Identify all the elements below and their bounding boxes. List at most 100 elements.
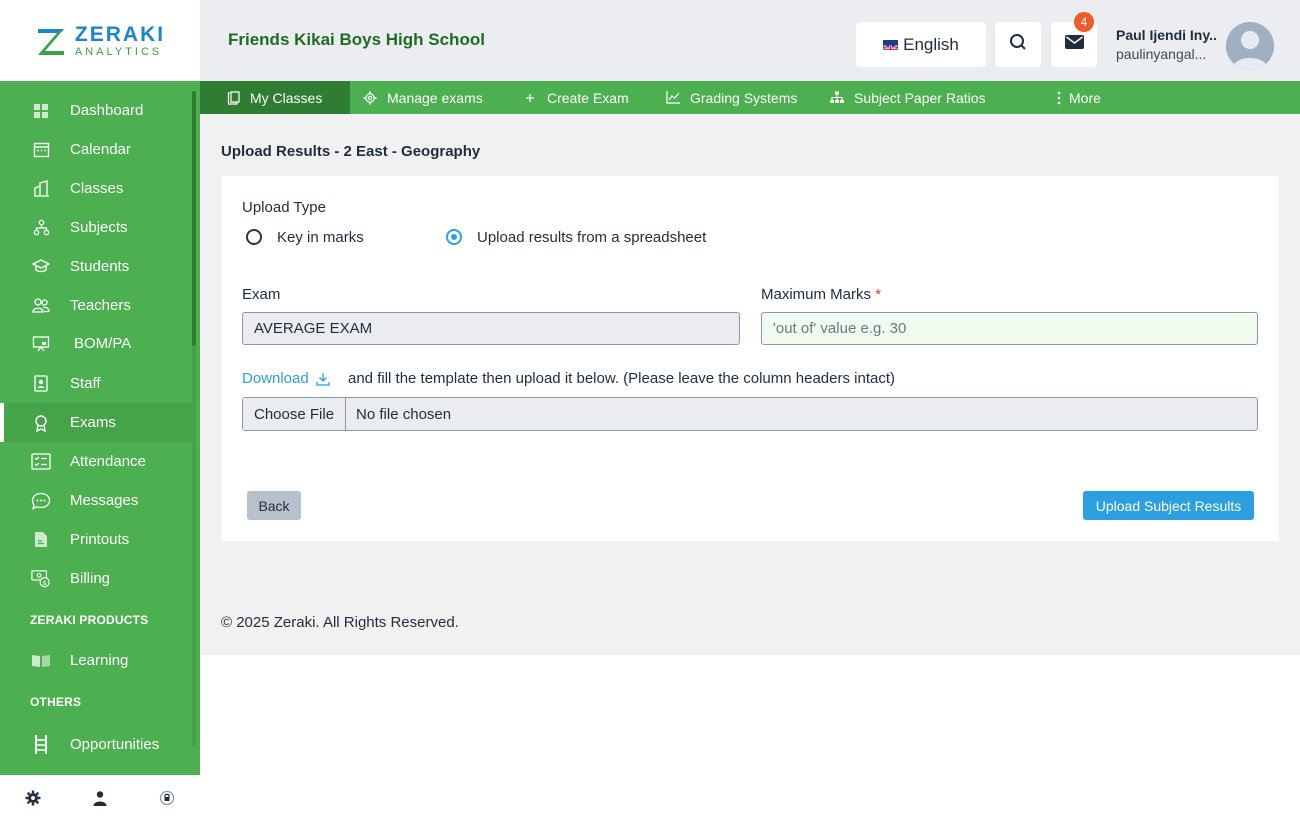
sidebar-item-label: Exams <box>70 414 116 431</box>
search-button[interactable] <box>995 22 1041 67</box>
calendar-icon <box>31 140 51 160</box>
sidebar-section-others: OTHERS <box>30 695 82 709</box>
download-link-text[interactable]: Download <box>242 370 309 387</box>
sidebar-item-bom-pa[interactable]: BOM/PA <box>0 324 196 363</box>
sidebar-item-students[interactable]: Students <box>0 247 196 286</box>
settings-icon[interactable] <box>24 789 42 807</box>
sidebar-item-printouts[interactable]: Printouts <box>0 520 196 559</box>
sidebar-item-learning[interactable]: Learning <box>0 641 196 680</box>
chart-line-icon <box>666 91 680 105</box>
book-icon <box>31 651 51 671</box>
sidebar-item-attendance[interactable]: Attendance <box>0 442 196 481</box>
download-template-link[interactable]: Download <box>242 370 330 387</box>
sidebar-item-label: Classes <box>70 180 124 197</box>
sidebar-item-label: Students <box>70 258 130 275</box>
tab-label: Manage exams <box>387 89 483 106</box>
sidebar-item-teachers[interactable]: Teachers <box>0 286 196 325</box>
tab-label: Grading Systems <box>690 89 798 106</box>
tab-more[interactable]: More <box>1055 81 1101 114</box>
user-icon[interactable] <box>91 789 109 807</box>
upload-type-label: Upload Type <box>242 199 326 216</box>
top-header: Friends Kikai Boys High School English 4… <box>200 0 1300 81</box>
sidebar-item-billing[interactable]: $ Billing <box>0 559 196 598</box>
sidebar-item-label: Staff <box>70 375 101 392</box>
power-icon[interactable] <box>158 789 176 807</box>
max-marks-input[interactable] <box>761 312 1258 345</box>
avatar[interactable] <box>1226 22 1274 70</box>
language-selector[interactable]: English <box>856 22 986 67</box>
choose-file-button[interactable]: Choose File <box>243 398 347 430</box>
search-icon <box>1009 33 1027 56</box>
sidebar-item-classes[interactable]: Classes <box>0 169 196 208</box>
sidebar-item-label: Teachers <box>70 297 131 314</box>
sidebar-bottom-bar <box>0 775 200 821</box>
sidebar-item-subjects[interactable]: Subjects <box>0 208 196 247</box>
tab-label: Subject Paper Ratios <box>854 89 986 106</box>
sidebar-item-label: Dashboard <box>70 102 144 119</box>
file-status: No file chosen <box>356 405 452 423</box>
page-title: Upload Results - 2 East - Geography <box>221 143 481 160</box>
logo[interactable]: ZERAKI ANALYTICS <box>0 0 200 81</box>
school-name: Friends Kikai Boys High School <box>228 30 485 49</box>
required-indicator: * <box>875 286 882 303</box>
zeraki-logo-icon <box>35 25 67 57</box>
user-email: paulinyangal... <box>1116 46 1207 62</box>
main-content: Upload Results - 2 East - Geography Uplo… <box>200 114 1300 655</box>
tab-subject-paper-ratios[interactable]: Subject Paper Ratios <box>830 81 986 114</box>
sidebar-item-staff[interactable]: Staff <box>0 364 196 403</box>
max-marks-label-text: Maximum Marks <box>761 286 872 303</box>
uk-flag-icon <box>883 39 899 50</box>
max-marks-label: Maximum Marks * <box>761 286 881 303</box>
file-upload-input[interactable]: Choose File No file chosen <box>242 397 1258 431</box>
sidebar-item-label: Subjects <box>70 219 128 236</box>
radio-key-in-marks[interactable] <box>246 229 262 245</box>
exam-label: Exam <box>242 286 281 303</box>
sidebar-item-label: Opportunities <box>70 736 160 753</box>
download-icon[interactable] <box>316 372 330 386</box>
tab-manage-exams[interactable]: Manage exams <box>363 81 483 114</box>
presentation-icon <box>31 334 51 354</box>
back-button[interactable]: Back <box>247 491 301 520</box>
exam-field[interactable]: AVERAGE EXAM <box>242 312 740 345</box>
radio-upload-spreadsheet-label[interactable]: Upload results from a spreadsheet <box>477 229 706 246</box>
gear-icon <box>363 91 377 105</box>
language-label: English <box>903 34 959 54</box>
users-icon <box>31 296 51 316</box>
notification-badge: 4 <box>1074 12 1094 32</box>
user-name[interactable]: Paul Ijendi Iny... <box>1116 27 1216 43</box>
sidebar-nav: Dashboard Calendar Classes Subjects Stud… <box>0 81 200 775</box>
sidebar: ZERAKI ANALYTICS Dashboard Calendar Clas… <box>0 0 200 821</box>
sidebar-item-opportunities[interactable]: Opportunities <box>0 725 196 764</box>
tab-label: More <box>1069 89 1101 106</box>
sidebar-item-exams[interactable]: Exams <box>0 403 196 442</box>
ladder-icon <box>31 735 51 755</box>
tab-label: Create Exam <box>547 89 629 106</box>
logo-brand: ZERAKI <box>74 22 166 46</box>
download-instructions: and fill the template then upload it bel… <box>348 370 896 387</box>
mail-icon <box>1064 35 1084 54</box>
graduation-cap-icon <box>31 257 51 277</box>
tab-my-classes[interactable]: My Classes <box>200 81 350 114</box>
more-vertical-icon <box>1055 91 1063 105</box>
sidebar-item-label: Calendar <box>70 141 131 158</box>
sidebar-item-calendar[interactable]: Calendar <box>0 130 196 169</box>
tab-label: My Classes <box>250 89 323 106</box>
tab-create-exam[interactable]: Create Exam <box>523 81 629 114</box>
hierarchy-icon <box>31 218 51 238</box>
radio-key-in-marks-label[interactable]: Key in marks <box>277 229 364 246</box>
sidebar-item-messages[interactable]: Messages <box>0 481 196 520</box>
id-badge-icon <box>31 374 51 394</box>
chat-icon <box>31 491 51 511</box>
plus-icon <box>523 91 537 105</box>
sidebar-item-dashboard[interactable]: Dashboard <box>0 91 196 130</box>
sitemap-icon <box>830 91 844 105</box>
upload-subject-results-button[interactable]: Upload Subject Results <box>1083 491 1254 520</box>
tab-grading-systems[interactable]: Grading Systems <box>666 81 797 114</box>
dashboard-icon <box>31 101 51 121</box>
sidebar-item-label: BOM/PA <box>74 335 132 352</box>
radio-upload-spreadsheet[interactable] <box>446 229 462 245</box>
sidebar-item-label: Attendance <box>70 453 146 470</box>
sidebar-item-label: Messages <box>70 492 139 509</box>
logo-tagline: ANALYTICS <box>74 45 163 58</box>
sidebar-item-label: Learning <box>70 652 129 669</box>
